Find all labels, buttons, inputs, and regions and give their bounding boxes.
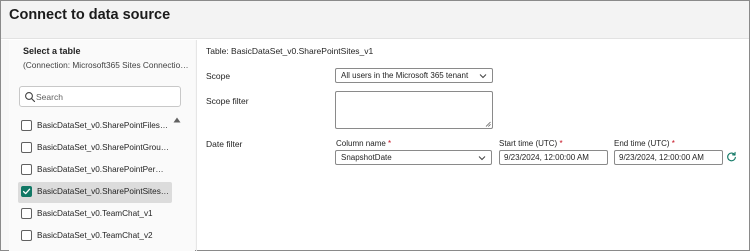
scope-filter-textarea[interactable] <box>335 91 493 129</box>
connection-info: (Connection: Microsoft365 Sites Connecti… <box>23 60 191 70</box>
column-name-dropdown[interactable]: SnapshotDate <box>335 150 492 165</box>
scope-value: All users in the Microsoft 365 tenant <box>341 71 469 80</box>
selected-table-title: Table: BasicDataSet_v0.SharePointSites_v… <box>206 46 374 56</box>
list-item[interactable]: BasicDataSet_v0.TeamChat_v2 <box>18 226 172 247</box>
checkbox[interactable] <box>21 142 32 153</box>
scroll-up-arrow-icon[interactable] <box>173 116 181 124</box>
list-item-label: BasicDataSet_v0.TeamChat_v1 <box>37 209 153 218</box>
checkbox[interactable] <box>21 230 32 241</box>
start-time-value: 9/23/2024, 12:00:00 AM <box>504 153 589 162</box>
start-time-label: Start time (UTC) * <box>499 139 563 148</box>
checkbox[interactable] <box>21 208 32 219</box>
list-item-label: BasicDataSet_v0.SharePointGroups... <box>37 143 170 152</box>
list-item[interactable]: BasicDataSet_v0.SharePointPermis... <box>18 160 172 181</box>
title-bar: Connect to data source <box>1 1 749 39</box>
select-table-heading: Select a table <box>23 46 81 56</box>
search-box[interactable] <box>19 86 181 107</box>
end-time-label: End time (UTC) * <box>614 139 675 148</box>
search-icon <box>25 92 36 103</box>
scope-dropdown[interactable]: All users in the Microsoft 365 tenant <box>335 68 493 83</box>
list-item-label: BasicDataSet_v0.SharePointPermis... <box>37 165 170 174</box>
end-time-input[interactable]: 9/23/2024, 12:00:00 AM <box>614 150 723 165</box>
required-indicator: * <box>559 139 563 148</box>
required-indicator: * <box>388 139 392 148</box>
end-time-value: 9/23/2024, 12:00:00 AM <box>619 153 704 162</box>
checkbox[interactable] <box>21 164 32 175</box>
list-item-selected[interactable]: BasicDataSet_v0.SharePointSites_v1 <box>18 182 172 203</box>
checkmark-icon <box>22 188 31 195</box>
required-indicator: * <box>671 139 675 148</box>
list-item-label: BasicDataSet_v0.SharePointFiles_v1 <box>37 121 170 130</box>
scope-label: Scope <box>206 71 231 81</box>
refresh-icon[interactable] <box>726 151 737 162</box>
dialog-title: Connect to data source <box>9 7 171 23</box>
checkbox-checked[interactable] <box>21 186 32 197</box>
chevron-down-icon <box>479 74 487 79</box>
scope-filter-label: Scope filter <box>206 96 249 106</box>
list-item-label: BasicDataSet_v0.SharePointSites_v1 <box>37 187 170 196</box>
list-item-label: BasicDataSet_v0.TeamChat_v2 <box>37 231 153 240</box>
start-time-input[interactable]: 9/23/2024, 12:00:00 AM <box>499 150 608 165</box>
column-name-value: SnapshotDate <box>341 153 392 162</box>
date-filter-label: Date filter <box>206 139 243 149</box>
column-name-label: Column name * <box>336 139 391 148</box>
search-input[interactable] <box>36 88 176 105</box>
list-item[interactable]: BasicDataSet_v0.SharePointFiles_v1 <box>18 116 172 137</box>
checkbox[interactable] <box>21 120 32 131</box>
column-name-label-text: Column name <box>336 139 386 148</box>
end-time-label-text: End time (UTC) <box>614 139 670 148</box>
start-time-label-text: Start time (UTC) <box>499 139 558 148</box>
list-item[interactable]: BasicDataSet_v0.SharePointGroups... <box>18 138 172 159</box>
chevron-down-icon <box>478 156 486 161</box>
list-item[interactable]: BasicDataSet_v0.TeamChat_v1 <box>18 204 172 225</box>
resize-grip-icon[interactable] <box>485 121 491 127</box>
